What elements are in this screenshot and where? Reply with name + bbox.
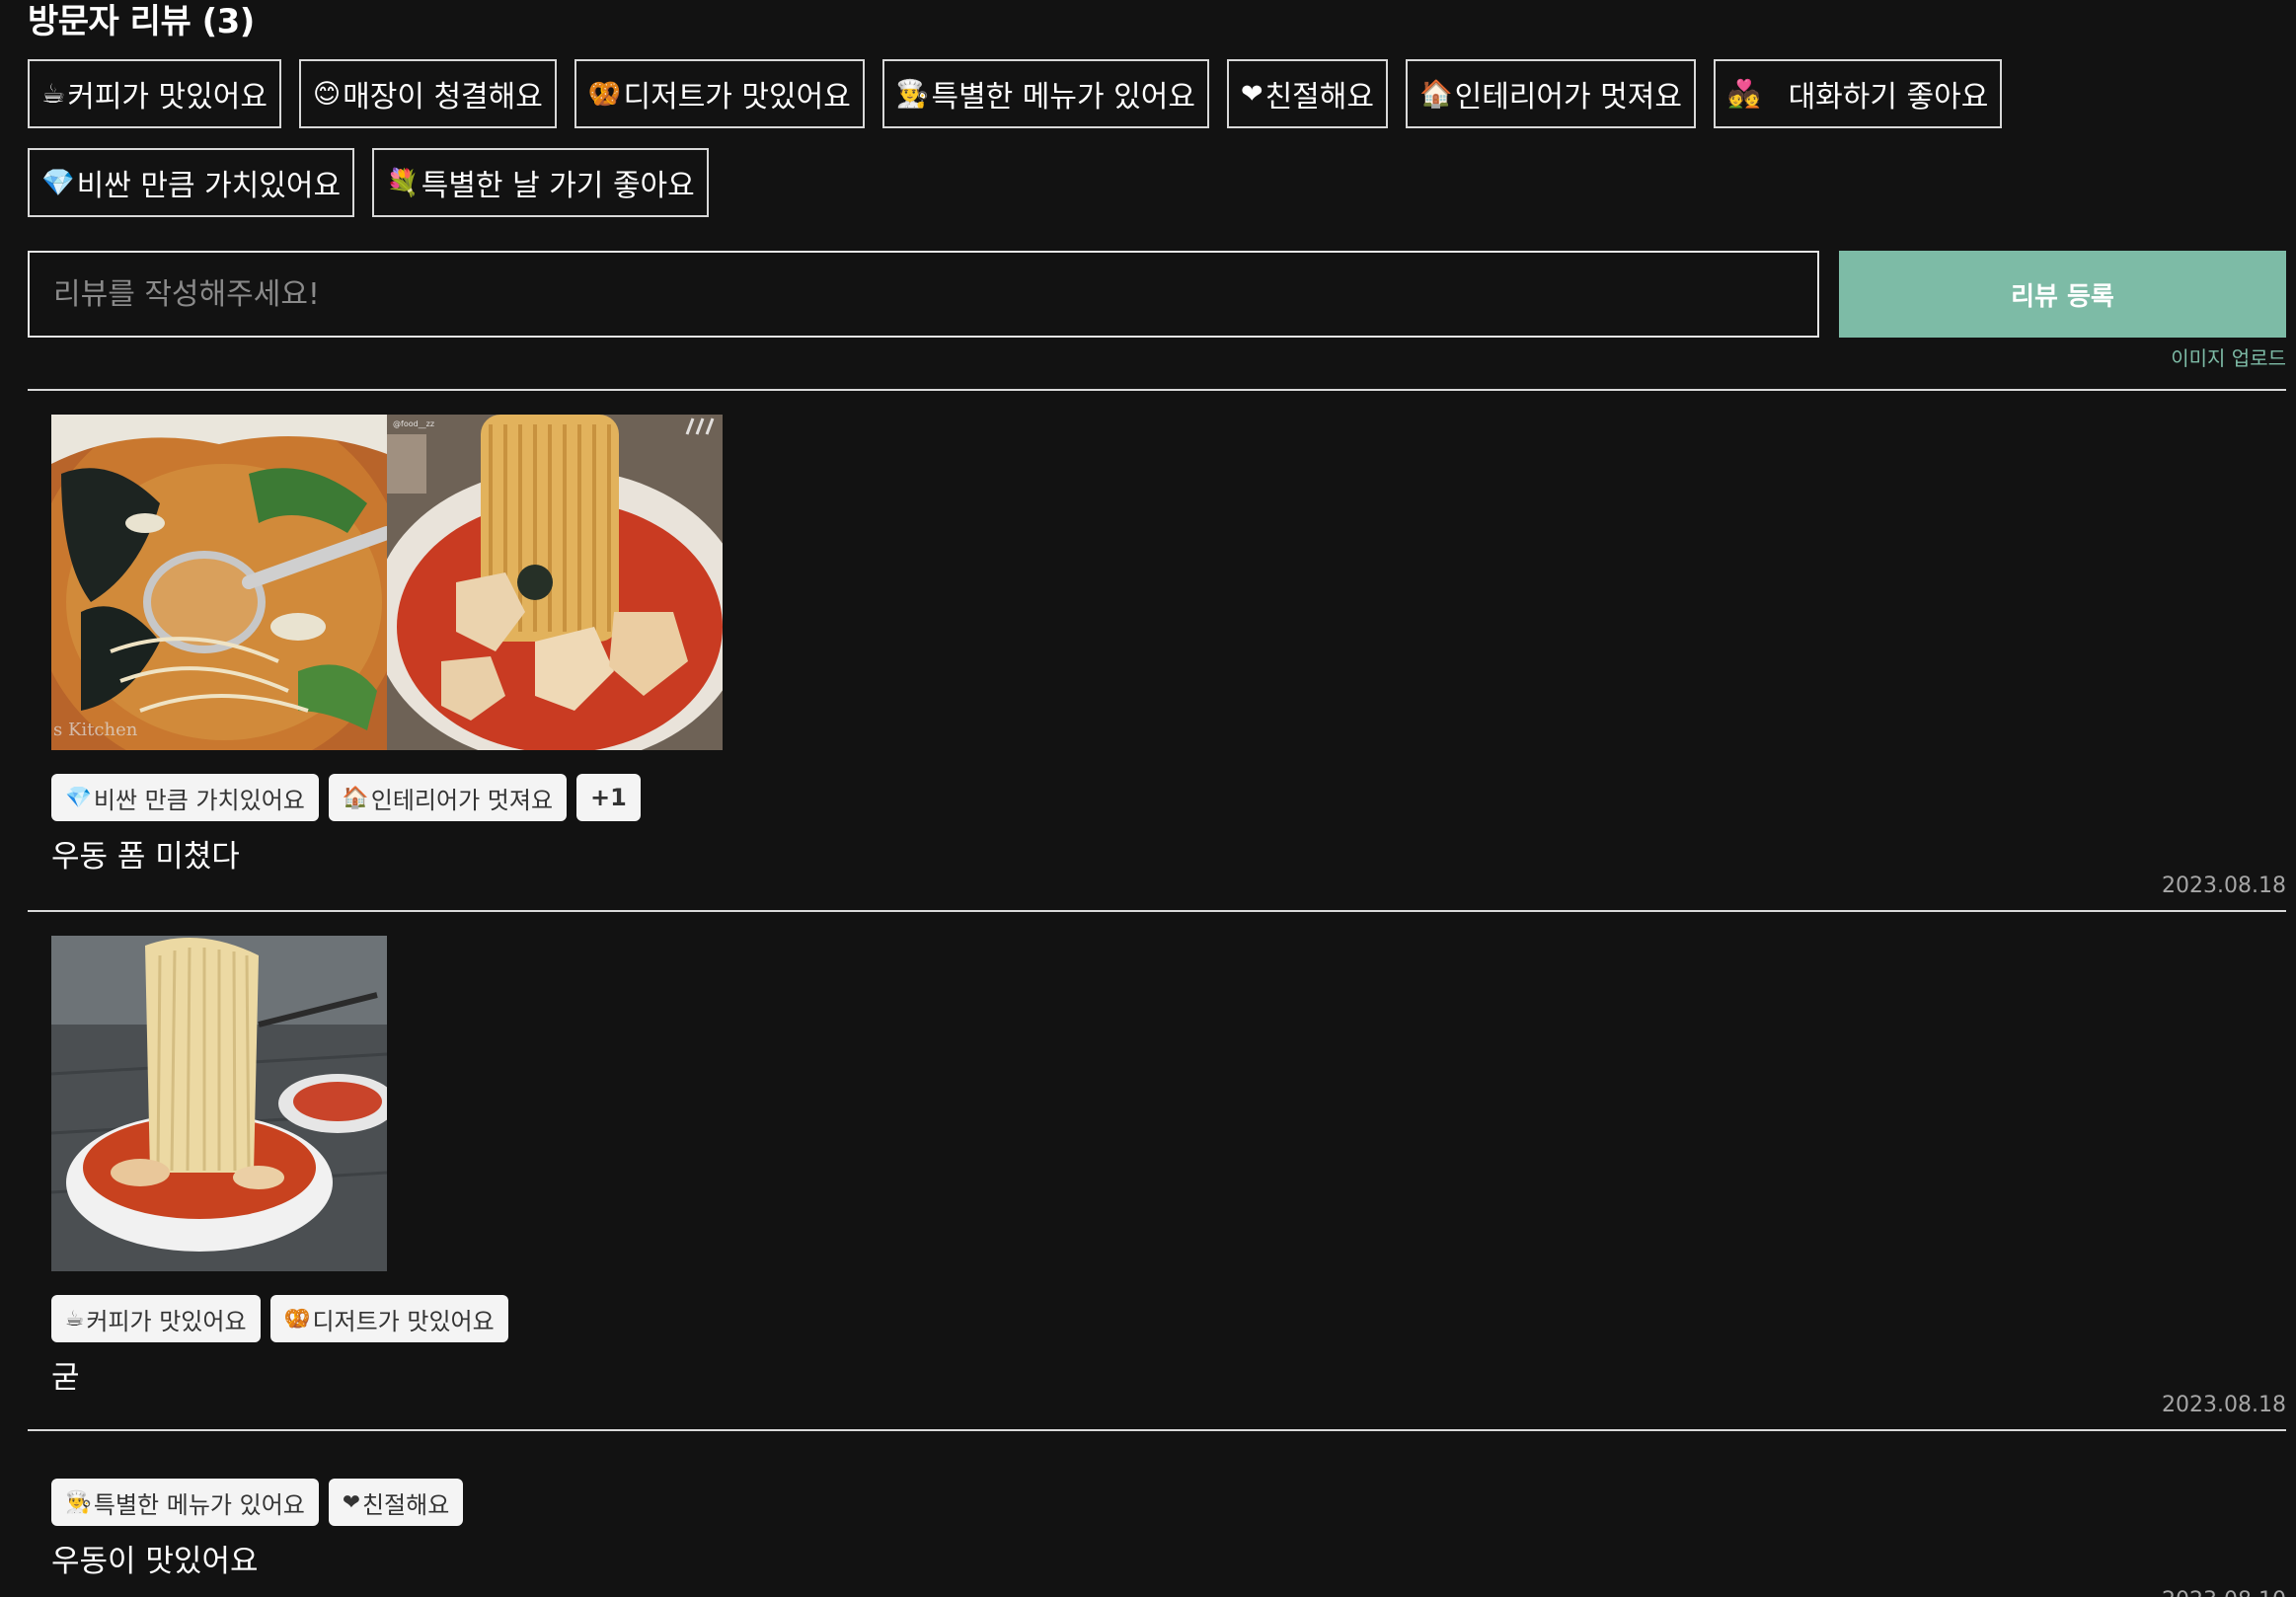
pretzel-icon: 🥨 xyxy=(283,1306,311,1331)
review-tag: ❤ 친절해요 xyxy=(328,1479,464,1526)
submit-review-button[interactable]: 리뷰 등록 xyxy=(1839,251,2286,338)
chef-icon: 👨‍🍳 xyxy=(895,79,930,110)
diamond-icon: 💎 xyxy=(41,168,75,198)
keyword-label: 대화하기 좋아요 xyxy=(1788,80,1989,114)
keyword-label: 특별한 메뉴가 있어요 xyxy=(931,80,1195,114)
svg-text:@food__zz: @food__zz xyxy=(393,419,434,428)
tag-label: 비싼 만큼 가치있어요 xyxy=(93,786,305,814)
review-text: 굳 xyxy=(51,1360,80,1396)
keyword-button-special-day[interactable]: 💐 특별한 날 가기 좋아요 xyxy=(372,148,709,217)
keyword-button-clean[interactable]: 😊 매장이 청결해요 xyxy=(298,59,557,128)
review-input[interactable] xyxy=(28,251,1819,338)
tag-label: 인테리어가 멋져요 xyxy=(370,786,554,814)
review-tag: 💎 비싼 만큼 가치있어요 xyxy=(51,774,319,821)
chef-icon: 👨‍🍳 xyxy=(65,1489,92,1515)
review-photo[interactable]: @food__zz xyxy=(387,415,723,750)
review-tags: ☕ 커피가 맛있어요 🥨 디저트가 맛있어요 xyxy=(51,1295,2286,1342)
review-form: 리뷰 등록 xyxy=(28,251,2286,338)
review-tag: ☕ 커피가 맛있어요 xyxy=(51,1295,261,1342)
keyword-button-special-menu[interactable]: 👨‍🍳 특별한 메뉴가 있어요 xyxy=(881,59,1209,128)
heart-icon: ❤ xyxy=(1240,78,1263,110)
keyword-label: 인테리어가 멋져요 xyxy=(1454,80,1682,114)
tag-label: 특별한 메뉴가 있어요 xyxy=(93,1490,305,1519)
review-item: 👨‍🍳특별한 메뉴가 있어요 ❤친절해요 우동이 맛있어요 2023.08.10 xyxy=(28,1431,2286,1597)
more-tags-button[interactable]: +1 xyxy=(576,774,641,821)
keyword-label: 커피가 맛있어요 xyxy=(67,80,268,114)
review-text: 우동 폼 미쳤다 xyxy=(51,839,240,875)
review-tag: 🥨 디저트가 맛있어요 xyxy=(269,1295,508,1342)
image-upload-link[interactable]: 이미지 업로드 xyxy=(28,345,2286,371)
keyword-label: 매장이 청결해요 xyxy=(343,80,543,114)
review-photos: s Kitchen @food__zz xyxy=(51,415,2286,750)
bouquet-icon: 💐 xyxy=(386,168,420,198)
keyword-label: 특별한 날 가기 좋아요 xyxy=(421,169,695,203)
review-tag: 👨‍🍳 특별한 메뉴가 있어요 xyxy=(51,1479,319,1526)
keyword-button-conversation[interactable]: 💑 대화하기 좋아요 xyxy=(1713,59,2003,128)
tag-label: 디저트가 맛있어요 xyxy=(312,1307,495,1335)
smile-icon: 😊 xyxy=(312,78,342,110)
keyword-label: 비싼 만큼 가치있어요 xyxy=(76,169,342,203)
tag-label: 친절해요 xyxy=(361,1490,450,1519)
review-date: 2023.08.18 xyxy=(2162,1393,2286,1417)
house-icon: 🏠 xyxy=(1418,79,1453,110)
review-tag: 🏠 인테리어가 멋져요 xyxy=(328,774,568,821)
couple-icon: 💑 xyxy=(1726,79,1761,110)
keyword-button-value[interactable]: 💎 비싼 만큼 가치있어요 xyxy=(28,148,355,217)
review-item: ☕ 커피가 맛있어요 🥨 디저트가 맛있어요 굳 2023.08.18 xyxy=(28,912,2286,1429)
keyword-button-interior[interactable]: 🏠 인테리어가 멋져요 xyxy=(1405,59,1696,128)
keyword-label: 디저트가 맛있어요 xyxy=(623,80,851,114)
house-icon: 🏠 xyxy=(342,785,369,810)
photo-watermark: s Kitchen xyxy=(53,720,138,740)
page-title: 방문자 리뷰 (3) xyxy=(28,2,255,41)
heart-icon: ❤ xyxy=(342,1489,360,1515)
review-date: 2023.08.10 xyxy=(2162,1588,2286,1597)
review-page: 방문자 리뷰 (3) ☕ 커피가 맛있어요 😊 매장이 청결해요 🥨 디저트가 맛있어… xyxy=(0,0,2296,1597)
review-photos xyxy=(51,936,2286,1271)
review-photo[interactable]: s Kitchen xyxy=(51,415,387,750)
keyword-label: 친절해요 xyxy=(1264,80,1374,114)
keyword-button-kind[interactable]: ❤ 친절해요 xyxy=(1226,59,1388,128)
review-photo[interactable] xyxy=(51,936,387,1271)
tag-label: 커피가 맛있어요 xyxy=(86,1307,247,1335)
diamond-icon: 💎 xyxy=(65,785,92,810)
review-text: 우동이 맛있어요 xyxy=(51,1544,259,1579)
coffee-icon: ☕ xyxy=(41,78,66,110)
review-item: s Kitchen @food__zz 💎 비싼 만큼 가치있어요 🏠 인테리어… xyxy=(28,391,2286,910)
coffee-icon: ☕ xyxy=(65,1306,85,1331)
pretzel-icon: 🥨 xyxy=(587,79,622,110)
review-tags: 👨‍🍳 특별한 메뉴가 있어요 ❤ 친절해요 xyxy=(51,1479,2286,1526)
keyword-button-dessert[interactable]: 🥨 디저트가 맛있어요 xyxy=(574,59,865,128)
review-date: 2023.08.18 xyxy=(2162,874,2286,898)
review-tags: 💎 비싼 만큼 가치있어요 🏠 인테리어가 멋져요 +1 xyxy=(51,774,2286,821)
keyword-button-coffee[interactable]: ☕ 커피가 맛있어요 xyxy=(28,59,281,128)
keyword-selector: ☕ 커피가 맛있어요 😊 매장이 청결해요 🥨 디저트가 맛있어요 👨‍🍳 특별한 메뉴… xyxy=(28,59,2101,217)
